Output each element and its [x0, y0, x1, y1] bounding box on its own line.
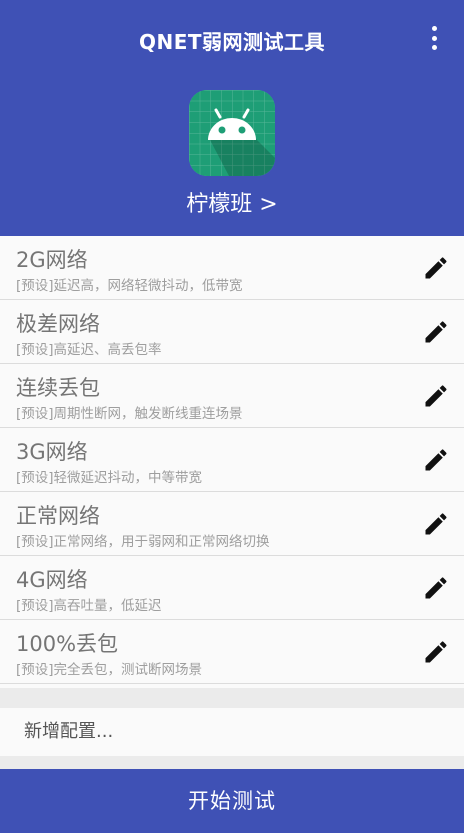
list-item[interactable]: 2G网络 [预设]延迟高，网络轻微抖动，低带宽 [0, 236, 464, 300]
profile-name: 100%丢包 [16, 632, 119, 656]
profile-name: 3G网络 [16, 440, 88, 464]
edit-icon[interactable] [422, 638, 450, 666]
profile-desc: [预设]延迟高，网络轻微抖动，低带宽 [16, 278, 243, 294]
start-test-button[interactable]: 开始测试 [0, 769, 464, 833]
group-link[interactable]: 柠檬班 > [0, 186, 464, 218]
profile-name: 2G网络 [16, 248, 88, 272]
edit-icon[interactable] [422, 254, 450, 282]
edit-icon[interactable] [422, 382, 450, 410]
edit-icon[interactable] [422, 318, 450, 346]
edit-icon[interactable] [422, 574, 450, 602]
list-item[interactable]: 极差网络 [预设]高延迟、高丢包率 [0, 300, 464, 364]
profile-desc: [预设]高吞吐量，低延迟 [16, 598, 162, 614]
profile-list: 2G网络 [预设]延迟高，网络轻微抖动，低带宽 极差网络 [预设]高延迟、高丢包… [0, 236, 464, 688]
list-item[interactable]: 连续丢包 [预设]周期性断网，触发断线重连场景 [0, 364, 464, 428]
profile-name: 连续丢包 [16, 376, 100, 400]
edit-icon[interactable] [422, 510, 450, 538]
profile-name: 极差网络 [16, 312, 100, 336]
add-config-button[interactable]: 新增配置... [0, 708, 464, 756]
profile-desc: [预设]周期性断网，触发断线重连场景 [16, 406, 243, 422]
app-title: QNET弱网测试工具 [138, 30, 326, 54]
profile-desc: [预设]高延迟、高丢包率 [16, 342, 162, 358]
list-item[interactable]: 正常网络 [预设]正常网络，用于弱网和正常网络切换 [0, 492, 464, 556]
app-header: QNET弱网测试工具 柠檬班 > [0, 0, 464, 236]
list-item[interactable]: 3G网络 [预设]轻微延迟抖动，中等带宽 [0, 428, 464, 492]
profile-desc: [预设]完全丢包，测试断网场景 [16, 662, 203, 678]
profile-desc: [预设]正常网络，用于弱网和正常网络切换 [16, 534, 270, 550]
android-icon [189, 90, 275, 176]
overflow-menu-icon[interactable] [422, 24, 446, 52]
profile-name: 4G网络 [16, 568, 88, 592]
profile-name: 正常网络 [16, 504, 100, 528]
profile-desc: [预设]轻微延迟抖动，中等带宽 [16, 470, 203, 486]
list-item[interactable]: 4G网络 [预设]高吞吐量，低延迟 [0, 556, 464, 620]
list-item[interactable]: 100%丢包 [预设]完全丢包，测试断网场景 [0, 620, 464, 684]
edit-icon[interactable] [422, 446, 450, 474]
